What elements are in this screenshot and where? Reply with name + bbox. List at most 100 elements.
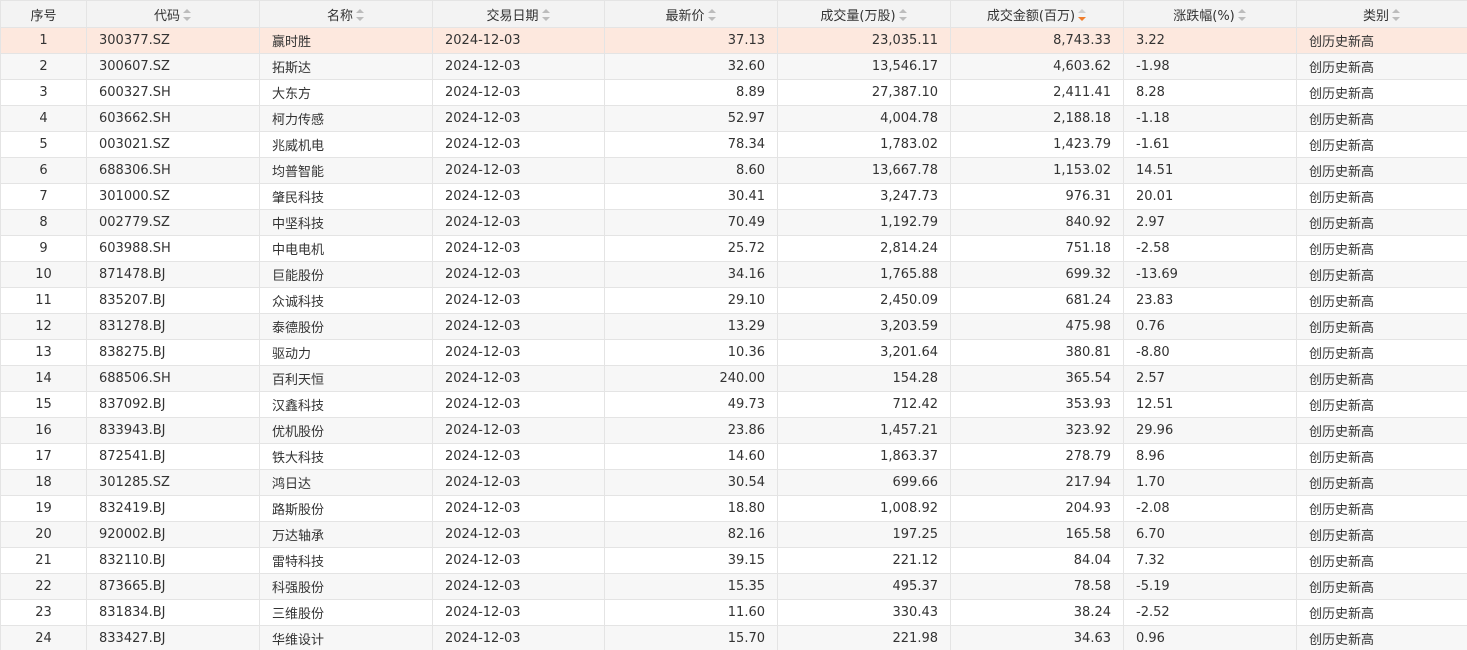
header-pct[interactable]: 涨跌幅(%) (1123, 0, 1297, 28)
cell-date: 2024-12-03 (432, 599, 605, 626)
cell-seq: 7 (0, 183, 87, 210)
cell-category: 创历史新高 (1296, 131, 1467, 158)
header-name-label: 名称 (326, 8, 353, 24)
sort-icon[interactable] (1392, 9, 1401, 21)
table-row[interactable]: 7 301000.SZ 肇民科技 2024-12-03 30.41 3,247.73 976… (0, 183, 1467, 210)
cell-seq: 19 (0, 495, 87, 522)
header-amount[interactable]: 成交金额(百万) (950, 0, 1124, 28)
header-name[interactable]: 名称 (259, 0, 433, 28)
table-row[interactable]: 13 838275.BJ 驱动力 2024-12-03 10.36 3,201.64 380… (0, 339, 1467, 366)
sort-desc-icon[interactable] (1078, 9, 1087, 21)
cell-price: 25.72 (604, 235, 778, 262)
cell-price: 39.15 (604, 547, 778, 574)
table-row[interactable]: 24 833427.BJ 华维设计 2024-12-03 15.70 221.98 34.6… (0, 625, 1467, 650)
sort-icon[interactable] (183, 9, 192, 21)
table-row[interactable]: 9 603988.SH 中电电机 2024-12-03 25.72 2,814.24 751… (0, 235, 1467, 262)
table-row[interactable]: 17 872541.BJ 铁大科技 2024-12-03 14.60 1,863.37 27… (0, 443, 1467, 470)
table-row[interactable]: 6 688306.SH 均普智能 2024-12-03 8.60 13,667.78 1,1… (0, 157, 1467, 184)
cell-name: 路斯股份 (259, 495, 433, 522)
cell-code: 603988.SH (86, 235, 260, 262)
cell-category: 创历史新高 (1296, 391, 1467, 418)
cell-pct: 23.83 (1123, 287, 1297, 314)
cell-date: 2024-12-03 (432, 313, 605, 340)
cell-pct: 29.96 (1123, 417, 1297, 444)
cell-seq: 6 (0, 157, 87, 184)
table-row[interactable]: 15 837092.BJ 汉鑫科技 2024-12-03 49.73 712.42 353.… (0, 391, 1467, 418)
cell-amount: 4,603.62 (950, 53, 1124, 80)
table-row[interactable]: 23 831834.BJ 三维股份 2024-12-03 11.60 330.43 38.2… (0, 599, 1467, 626)
cell-date: 2024-12-03 (432, 183, 605, 210)
cell-category: 创历史新高 (1296, 573, 1467, 600)
header-price[interactable]: 最新价 (604, 0, 778, 28)
table-row[interactable]: 14 688506.SH 百利天恒 2024-12-03 240.00 154.28 365… (0, 365, 1467, 392)
table-row[interactable]: 3 600327.SH 大东方 2024-12-03 8.89 27,387.10 2,41… (0, 79, 1467, 106)
cell-price: 23.86 (604, 417, 778, 444)
cell-seq: 21 (0, 547, 87, 574)
cell-price: 29.10 (604, 287, 778, 314)
cell-date: 2024-12-03 (432, 495, 605, 522)
cell-name: 优机股份 (259, 417, 433, 444)
header-code[interactable]: 代码 (86, 0, 260, 28)
table-row[interactable]: 20 920002.BJ 万达轴承 2024-12-03 82.16 197.25 165.… (0, 521, 1467, 548)
cell-price: 18.80 (604, 495, 778, 522)
cell-code: 833427.BJ (86, 625, 260, 650)
table-row[interactable]: 12 831278.BJ 泰德股份 2024-12-03 13.29 3,203.59 47… (0, 313, 1467, 340)
table-row[interactable]: 16 833943.BJ 优机股份 2024-12-03 23.86 1,457.21 32… (0, 417, 1467, 444)
sort-icon[interactable] (898, 9, 908, 21)
cell-pct: 6.70 (1123, 521, 1297, 548)
table-row[interactable]: 19 832419.BJ 路斯股份 2024-12-03 18.80 1,008.92 20… (0, 495, 1467, 522)
table-row[interactable]: 4 603662.SH 柯力传感 2024-12-03 52.97 4,004.78 2,1… (0, 105, 1467, 132)
cell-name: 中坚科技 (259, 209, 433, 236)
cell-amount: 751.18 (950, 235, 1124, 262)
cell-name: 铁大科技 (259, 443, 433, 470)
cell-code: 688506.SH (86, 365, 260, 392)
cell-date: 2024-12-03 (432, 287, 605, 314)
cell-pct: -2.52 (1123, 599, 1297, 626)
cell-seq: 16 (0, 417, 87, 444)
cell-code: 835207.BJ (86, 287, 260, 314)
stock-table: 序号 代码 名称 交易日期 最新价 成交量(万股) 成交金额(百万) 涨跌幅(%… (0, 0, 1467, 650)
table-row[interactable]: 8 002779.SZ 中坚科技 2024-12-03 70.49 1,192.79 840… (0, 209, 1467, 236)
cell-pct: -1.18 (1123, 105, 1297, 132)
cell-pct: -2.08 (1123, 495, 1297, 522)
cell-seq: 2 (0, 53, 87, 80)
sort-icon[interactable] (356, 9, 365, 21)
cell-pct: 7.32 (1123, 547, 1297, 574)
sort-icon[interactable] (541, 9, 551, 21)
cell-code: 600327.SH (86, 79, 260, 106)
sort-icon[interactable] (1237, 9, 1247, 21)
cell-date: 2024-12-03 (432, 573, 605, 600)
table-row[interactable]: 11 835207.BJ 众诚科技 2024-12-03 29.10 2,450.09 68… (0, 287, 1467, 314)
table-row[interactable]: 21 832110.BJ 雷特科技 2024-12-03 39.15 221.12 84.0… (0, 547, 1467, 574)
table-row[interactable]: 5 003021.SZ 兆威机电 2024-12-03 78.34 1,783.02 1,4… (0, 131, 1467, 158)
sort-icon[interactable] (707, 9, 717, 21)
header-category-label: 类别 (1362, 8, 1389, 24)
table-row[interactable]: 22 873665.BJ 科强股份 2024-12-03 15.35 495.37 78.5… (0, 573, 1467, 600)
cell-pct: 8.28 (1123, 79, 1297, 106)
cell-volume: 3,203.59 (777, 313, 951, 340)
cell-pct: -8.80 (1123, 339, 1297, 366)
cell-seq: 18 (0, 469, 87, 496)
cell-price: 240.00 (604, 365, 778, 392)
cell-name: 雷特科技 (259, 547, 433, 574)
header-volume[interactable]: 成交量(万股) (777, 0, 951, 28)
cell-volume: 221.12 (777, 547, 951, 574)
cell-amount: 34.63 (950, 625, 1124, 650)
table-row[interactable]: 2 300607.SZ 拓斯达 2024-12-03 32.60 13,546.17 4,6… (0, 53, 1467, 80)
table-row[interactable]: 1 300377.SZ 赢时胜 2024-12-03 37.13 23,035.11 8,7… (0, 27, 1467, 54)
cell-price: 14.60 (604, 443, 778, 470)
cell-amount: 699.32 (950, 261, 1124, 288)
cell-name: 泰德股份 (259, 313, 433, 340)
cell-price: 13.29 (604, 313, 778, 340)
cell-price: 15.35 (604, 573, 778, 600)
cell-category: 创历史新高 (1296, 625, 1467, 650)
table-row[interactable]: 10 871478.BJ 巨能股份 2024-12-03 34.16 1,765.88 69… (0, 261, 1467, 288)
cell-name: 华维设计 (259, 625, 433, 650)
header-category[interactable]: 类别 (1296, 0, 1467, 28)
table-row[interactable]: 18 301285.SZ 鸿日达 2024-12-03 30.54 699.66 217.9… (0, 469, 1467, 496)
cell-volume: 13,667.78 (777, 157, 951, 184)
header-date[interactable]: 交易日期 (432, 0, 605, 28)
cell-code: 003021.SZ (86, 131, 260, 158)
header-price-label: 最新价 (665, 8, 705, 24)
cell-volume: 13,546.17 (777, 53, 951, 80)
